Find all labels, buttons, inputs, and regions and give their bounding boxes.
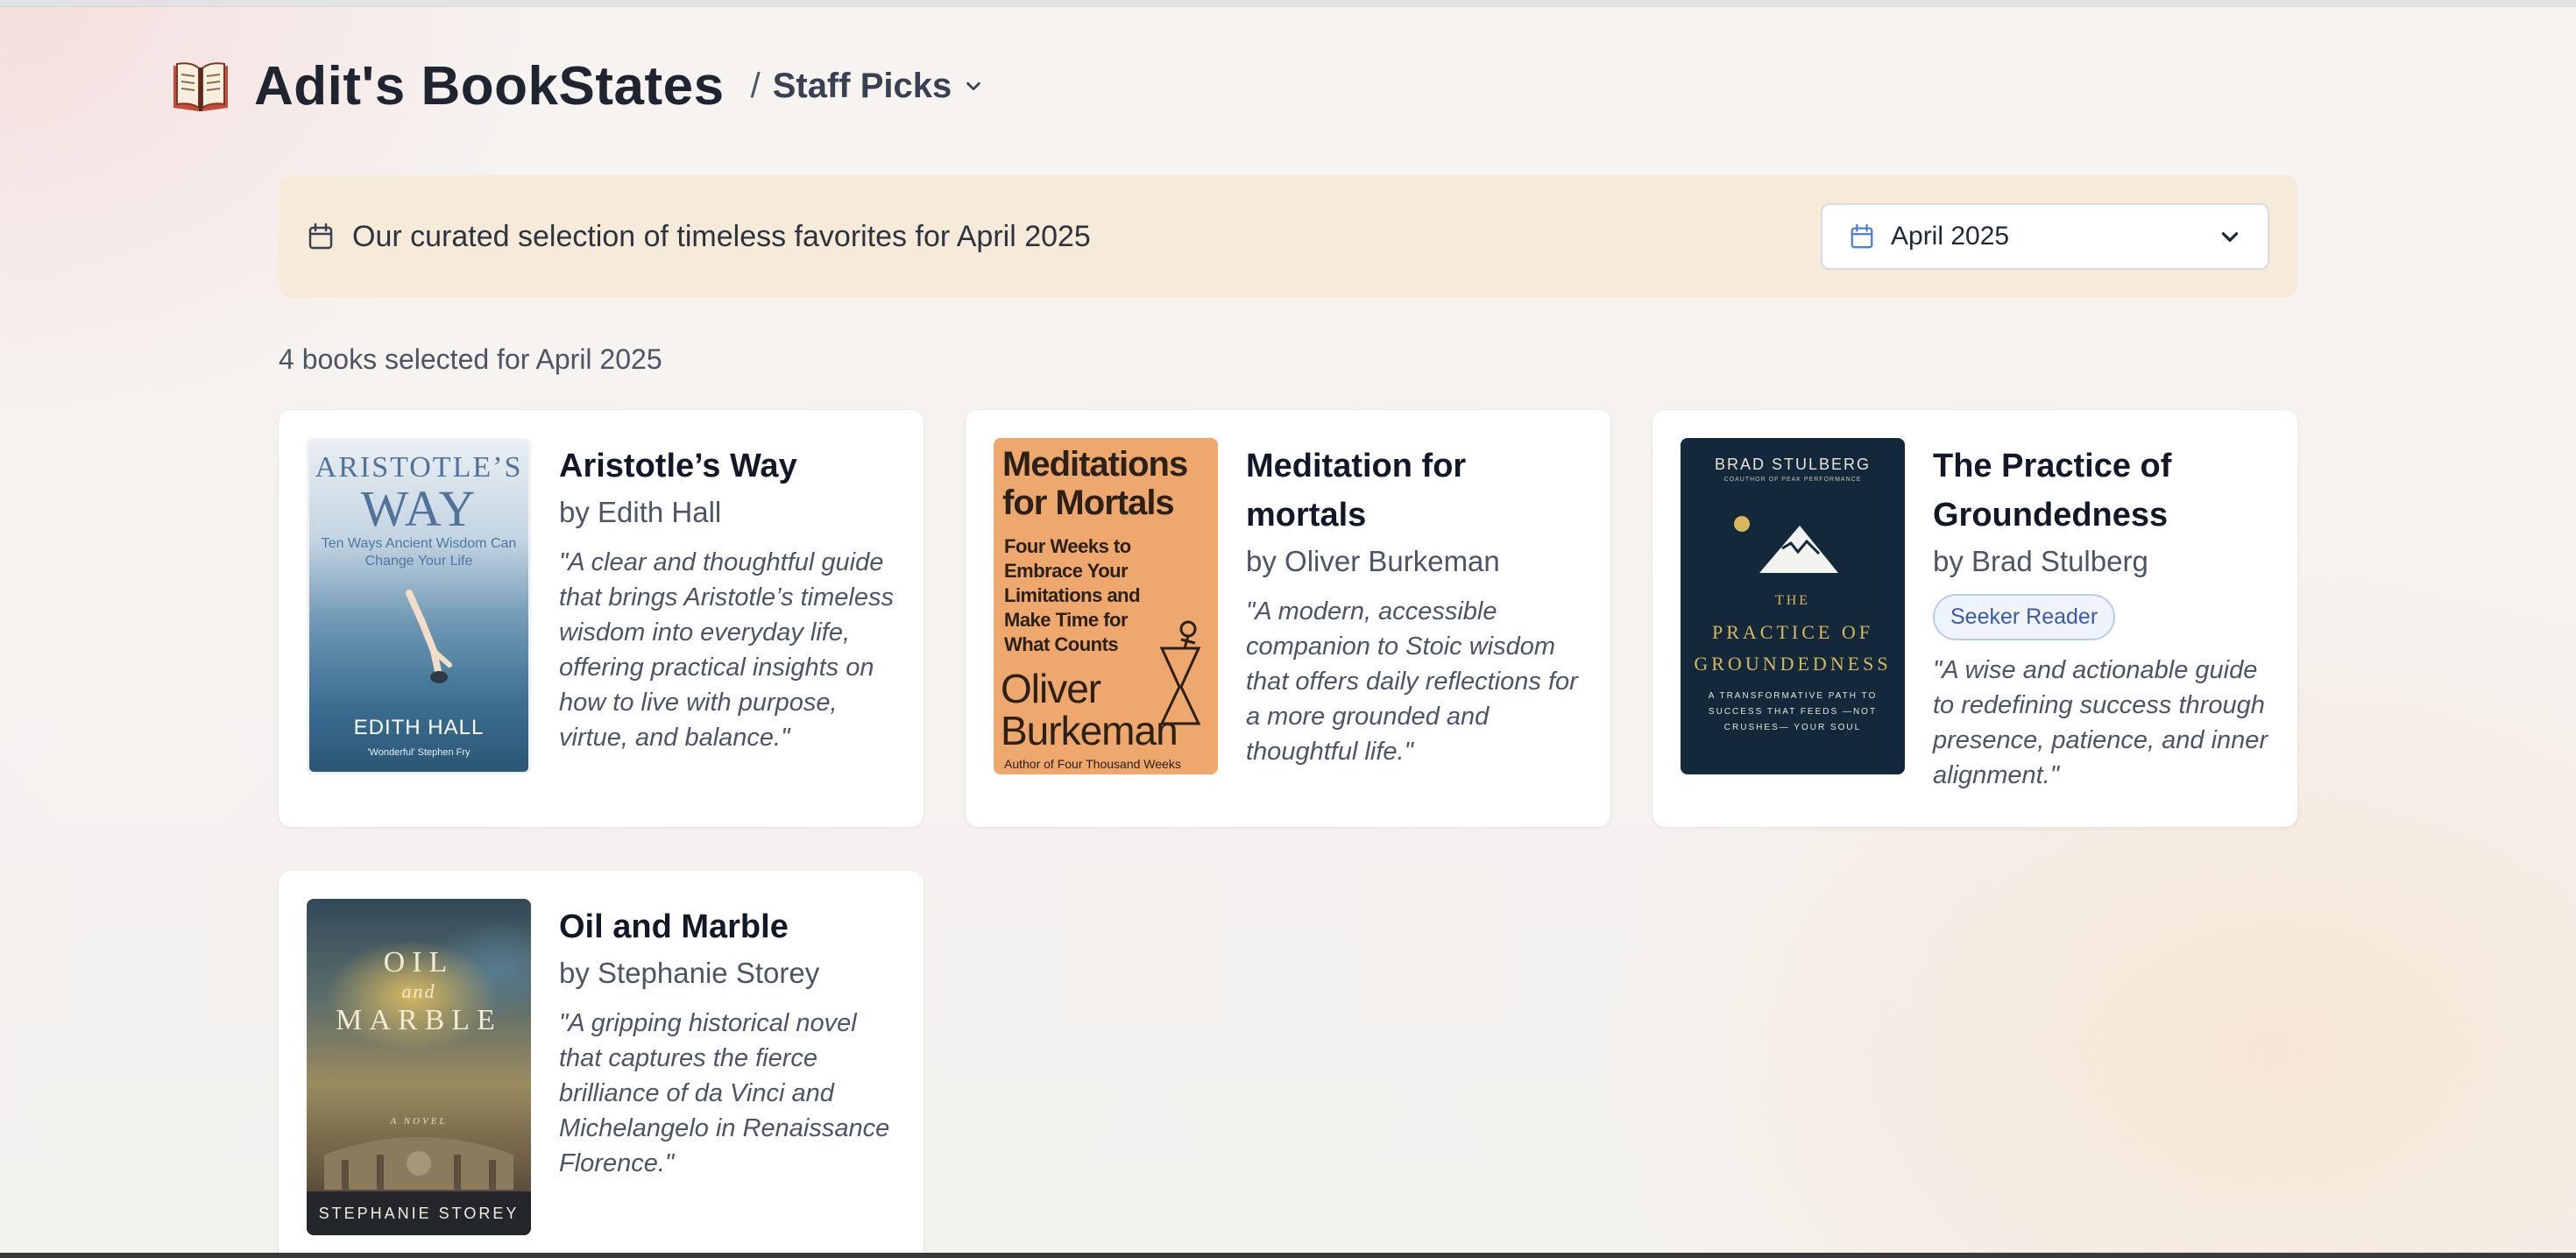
book-author: by Oliver Burkeman [1246, 545, 1500, 577]
month-select-value: April 2025 [1891, 222, 2010, 251]
book-quote: "A modern, accessible companion to Stoic… [1246, 597, 1578, 766]
window-top-edge [0, 0, 2576, 7]
architecture-illustration [324, 1137, 513, 1190]
cover-author: BRAD STULBERG [1714, 456, 1872, 473]
book-card[interactable]: Meditations for Mortals Four Weeks to Em… [966, 410, 1610, 827]
cover-author: Oliver Burkeman [1001, 666, 1178, 753]
staff-picks-dropdown[interactable]: Staff Picks [773, 67, 984, 106]
cover-note: Author of Four Thousand Weeks [1004, 757, 1181, 771]
banner-text: Our curated selection of timeless favori… [352, 219, 1091, 253]
breadcrumb-label: Staff Picks [772, 66, 952, 105]
app-title[interactable]: Adit's BookStates [254, 55, 725, 117]
cover-subtitle: Ten Ways Ancient Wisdom Can Change Your … [321, 536, 517, 569]
cover-title: ARISTOTLE’S WAY [315, 451, 523, 537]
book-title[interactable]: Meditation for mortals [1246, 442, 1586, 540]
book-card[interactable]: BRAD STULBERG COAUTHOR OF PEAK PERFORMAN… [1652, 410, 2297, 827]
book-cover[interactable]: BRAD STULBERG COAUTHOR OF PEAK PERFORMAN… [1681, 438, 1905, 774]
calendar-icon [1851, 223, 1873, 249]
cover-title: OIL and MARBLE [336, 946, 502, 1036]
book-author: by Edith Hall [559, 496, 722, 528]
book-quote: "A gripping historical novel that captur… [559, 1009, 890, 1177]
reader-badge[interactable]: Seeker Reader [1933, 594, 2116, 640]
cover-author: STEPHANIE STOREY [307, 1191, 531, 1235]
book-author: by Stephanie Storey [559, 957, 820, 989]
diver-illustration [406, 590, 452, 683]
book-title[interactable]: The Practice of Groundedness [1933, 442, 2273, 540]
cover-title: Meditations for Mortals [1002, 445, 1188, 522]
book-info: Aristotle’s Way by Edith Hall "A clear a… [559, 442, 899, 755]
book-card[interactable]: ARISTOTLE’S WAY Ten Ways Ancient Wisdom … [279, 410, 924, 827]
book-info: Meditation for mortals by Oliver Burkema… [1246, 442, 1586, 769]
breadcrumb-separator: / [750, 66, 761, 105]
cover-author-note: COAUTHOR OF PEAK PERFORMANCE [1723, 477, 1862, 483]
cover-genre: A NOVEL [390, 1116, 448, 1127]
cover-title: THE PRACTICE OF GROUNDEDNESS [1694, 593, 1892, 675]
cover-subtitle: Four Weeks to Embrace Your Limitations a… [1004, 535, 1141, 655]
cover-tagline: A TRANSFORMATIVE PATH TO SUCCESS THAT FE… [1708, 691, 1878, 732]
chevron-down-icon [966, 81, 981, 91]
chevron-down-icon [2221, 232, 2239, 242]
book-count: 4 books selected for April 2025 [279, 343, 662, 375]
book-title[interactable]: Oil and Marble [559, 902, 899, 951]
book-info: Oil and Marble by Stephanie Storey "A gr… [559, 902, 899, 1181]
cover-blurb: 'Wonderful' Stephen Fry [367, 747, 471, 758]
open-book-icon [173, 62, 228, 111]
book-card[interactable]: OIL and MARBLE A NOVEL STEPHANIE STOREY … [279, 871, 924, 1258]
month-select[interactable]: April 2025 [1821, 203, 2269, 270]
cover-author: EDITH HALL [353, 716, 485, 739]
calendar-icon [308, 223, 333, 250]
book-title[interactable]: Aristotle’s Way [559, 442, 899, 491]
month-banner: Our curated selection of timeless favori… [279, 175, 2297, 298]
book-cover[interactable]: Meditations for Mortals Four Weeks to Em… [994, 438, 1218, 774]
app-header: Adit's BookStates / Staff Picks [170, 49, 983, 123]
book-info: The Practice of Groundedness by Brad Stu… [1933, 442, 2273, 793]
book-cover[interactable]: ARISTOTLE’S WAY Ten Ways Ancient Wisdom … [307, 438, 531, 774]
book-quote: "A clear and thoughtful guide that bring… [559, 548, 894, 752]
book-quote: "A wise and actionable guide to redefini… [1933, 656, 2268, 789]
book-cover[interactable]: OIL and MARBLE A NOVEL STEPHANIE STOREY [307, 899, 531, 1235]
book-author: by Brad Stulberg [1933, 545, 2148, 577]
mountain-illustration [1734, 516, 1838, 573]
window-bottom-edge [0, 1253, 2576, 1258]
